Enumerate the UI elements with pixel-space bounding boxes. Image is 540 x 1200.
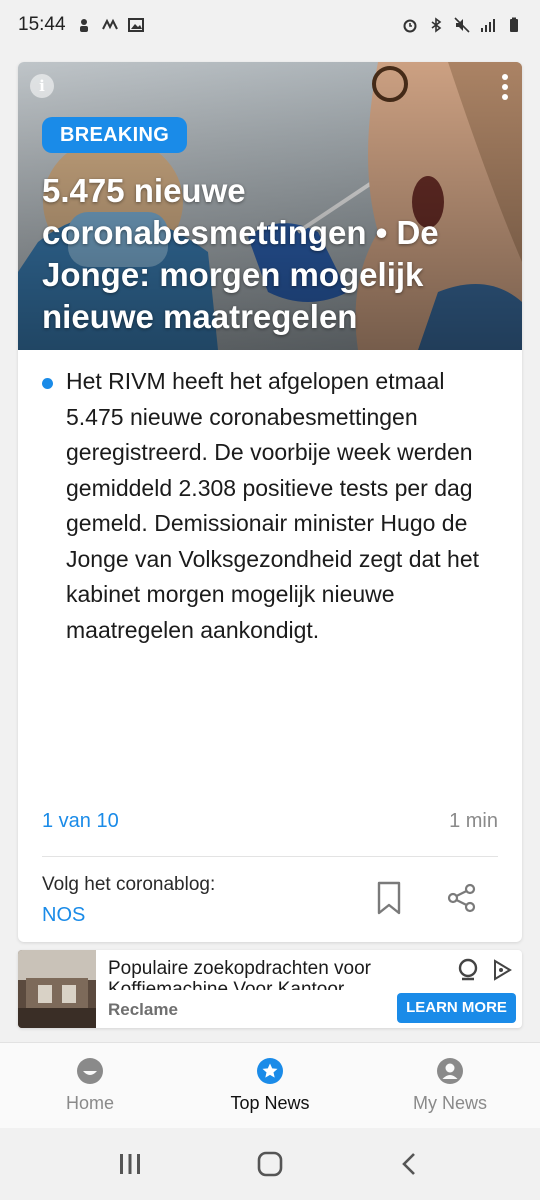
ad-title[interactable]: Populaire zoekopdrachten voor Koffiemach… xyxy=(108,958,408,990)
signal-4g-icon xyxy=(481,19,495,32)
mute-icon xyxy=(454,17,470,33)
app-notification-icon xyxy=(101,18,118,30)
recent-apps-icon[interactable] xyxy=(116,1150,144,1178)
home-button-icon[interactable] xyxy=(256,1150,284,1178)
bullet-dot xyxy=(42,378,53,389)
read-time: 1 min xyxy=(449,810,498,832)
info-icon[interactable]: i xyxy=(30,74,54,98)
headline[interactable]: 5.475 nieuwe coronabesmettingen • De Jon… xyxy=(42,170,502,338)
home-face-icon xyxy=(77,1058,103,1084)
article-summary: Het RIVM heeft het afgelopen etmaal 5.47… xyxy=(66,368,480,643)
nav-my-news-label: My News xyxy=(412,1093,487,1113)
nav-top-news-label: Top News xyxy=(230,1093,310,1113)
status-bar: 15:44 xyxy=(0,0,540,50)
notification-icon xyxy=(79,19,88,32)
nav-home-label: Home xyxy=(65,1093,114,1113)
system-navigation-bar xyxy=(0,1128,540,1200)
nav-my-news[interactable]: My News xyxy=(360,1043,540,1128)
ad-info-icon[interactable] xyxy=(456,958,480,982)
status-time: 15:44 xyxy=(18,14,66,35)
nav-home[interactable]: Home xyxy=(0,1043,180,1128)
bottom-navigation: Home Top News My News xyxy=(0,1042,540,1128)
news-card[interactable]: i BREAKING 5.475 nieuwe coronabesmetting… xyxy=(18,62,522,942)
source-link[interactable]: NOS xyxy=(42,904,85,927)
bluetooth-icon xyxy=(431,17,442,33)
learn-more-button[interactable]: LEARN MORE xyxy=(397,993,516,1023)
battery-icon xyxy=(510,17,518,32)
bookmark-icon[interactable] xyxy=(374,880,404,916)
ad-thumbnail xyxy=(18,950,96,1028)
alarm-icon xyxy=(403,19,417,33)
follow-label: Volg het coronablog: xyxy=(42,874,216,895)
nav-top-news[interactable]: Top News xyxy=(180,1043,360,1128)
ad-label: Reclame xyxy=(108,1000,178,1019)
star-icon xyxy=(257,1058,283,1084)
breaking-badge: BREAKING xyxy=(42,117,188,153)
image-notification-icon xyxy=(127,18,144,32)
ad-choices-icon[interactable] xyxy=(490,958,514,982)
user-icon xyxy=(437,1058,463,1084)
more-options-icon[interactable] xyxy=(500,74,510,100)
share-icon[interactable] xyxy=(446,882,478,914)
divider xyxy=(42,856,498,857)
back-icon[interactable] xyxy=(396,1150,424,1178)
pager-indicator: 1 van 10 xyxy=(42,810,119,832)
ad-banner[interactable]: Populaire zoekopdrachten voor Koffiemach… xyxy=(18,950,522,1028)
hero-image: i BREAKING 5.475 nieuwe coronabesmetting… xyxy=(18,62,522,350)
